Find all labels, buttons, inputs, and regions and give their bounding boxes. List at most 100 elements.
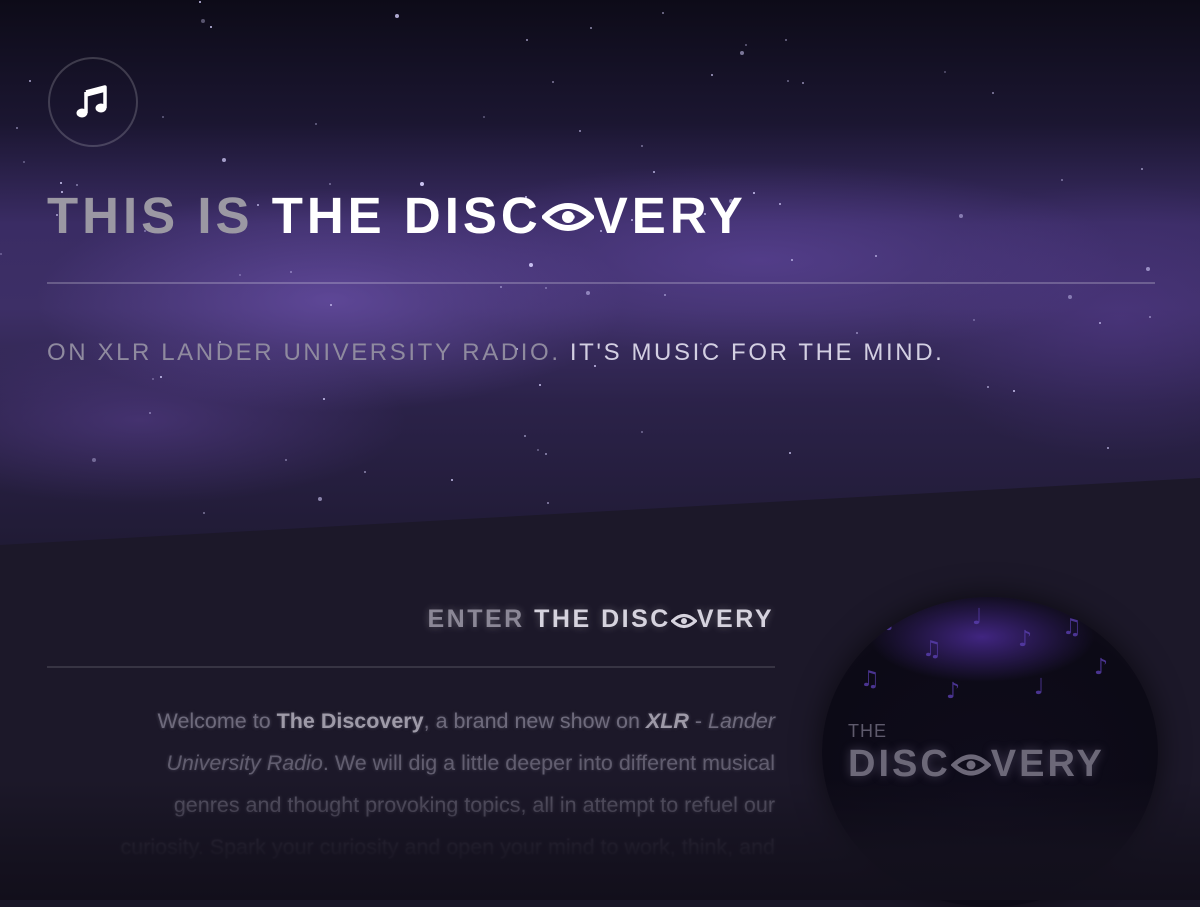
star	[944, 71, 946, 73]
star	[875, 255, 877, 257]
hero-title-bright-end: VERY	[593, 187, 747, 244]
star	[162, 116, 164, 118]
music-notes-pattern: ♪ ♫ ♩ ♪ ♫ ♪ ♫ ♪ ♩	[860, 605, 1109, 704]
star	[959, 214, 963, 218]
star	[1149, 316, 1151, 318]
star	[545, 453, 547, 455]
star	[641, 431, 643, 433]
enter-title-muted: ENTER	[427, 605, 525, 633]
tagline-muted: ON XLR LANDER UNIVERSITY RADIO.	[47, 339, 561, 366]
music-logo-button[interactable]	[48, 57, 138, 147]
star	[526, 39, 528, 41]
desc-station: University Radio	[166, 751, 323, 775]
star	[201, 19, 205, 23]
desc-show-name: The Discovery	[276, 709, 424, 733]
star	[160, 376, 162, 378]
star	[290, 271, 292, 273]
star	[1068, 295, 1072, 299]
star	[779, 203, 781, 205]
enter-title-bright: THE DISC VERY	[534, 605, 774, 633]
star	[711, 74, 713, 76]
star	[791, 259, 793, 261]
star	[753, 192, 755, 194]
star	[329, 183, 331, 185]
hero-section	[0, 0, 1200, 560]
star	[1146, 267, 1150, 271]
star	[323, 398, 325, 400]
star	[23, 161, 25, 163]
eye-icon	[670, 614, 697, 628]
star	[395, 14, 399, 18]
star	[483, 116, 485, 118]
star	[318, 497, 322, 501]
star	[315, 123, 317, 125]
hero-title-bright-start: THE DISC	[271, 187, 542, 244]
star	[1099, 322, 1101, 324]
hero-title-bright: THE DISC VERY	[272, 187, 747, 244]
star	[987, 386, 989, 388]
star	[740, 51, 744, 55]
desc-line-1: Welcome to The Discovery, a brand new sh…	[158, 709, 775, 733]
enter-title-bright-end: VERY	[696, 605, 774, 633]
desc-xlr: XLR	[645, 709, 689, 733]
star	[451, 479, 453, 481]
desc-station: Lander	[708, 709, 775, 733]
star	[1061, 179, 1063, 181]
eye-icon	[950, 754, 991, 776]
show-description: Welcome to The Discovery, a brand new sh…	[80, 700, 775, 868]
star	[547, 502, 549, 504]
star	[92, 458, 96, 462]
star	[1107, 447, 1109, 449]
star	[524, 435, 526, 437]
hero-title-muted: THIS IS	[47, 187, 254, 244]
star	[590, 27, 592, 29]
star	[199, 1, 201, 3]
desc-line-4: curiosity. Spark your curiosity and open…	[120, 835, 775, 859]
star	[745, 44, 747, 46]
star	[552, 81, 554, 83]
hero-title: THIS IS THE DISC VERY	[47, 186, 747, 246]
desc-text: , a brand new show on	[423, 709, 646, 733]
star	[60, 182, 62, 184]
desc-line-3: genres and thought provoking topics, all…	[173, 793, 775, 817]
star	[787, 80, 789, 82]
star	[239, 274, 241, 276]
cover-title-end: VERY	[990, 743, 1105, 785]
hero-tagline: ON XLR LANDER UNIVERSITY RADIO. IT'S MUS…	[47, 338, 944, 368]
desc-text: -	[688, 709, 709, 733]
star	[29, 80, 31, 82]
show-cover-image: ♪ ♫ ♩ ♪ ♫ ♪ ♫ ♪ ♩ THE DISC VERY	[822, 597, 1158, 907]
star	[653, 171, 655, 173]
star	[1013, 390, 1015, 392]
star	[641, 145, 643, 147]
star	[285, 459, 287, 461]
starfield-background	[0, 0, 1200, 560]
star	[579, 130, 581, 132]
enter-title-bright-start: THE DISC	[534, 605, 671, 633]
star	[222, 158, 226, 162]
star	[785, 39, 787, 41]
cover-small-text: THE	[848, 721, 887, 741]
star	[210, 26, 212, 28]
star	[1141, 168, 1143, 170]
star	[973, 319, 975, 321]
star	[537, 449, 539, 451]
star	[802, 82, 804, 84]
hero-divider	[47, 282, 1155, 284]
tagline-bright: IT'S MUSIC FOR THE MIND.	[569, 339, 945, 366]
star	[545, 287, 547, 289]
star	[789, 452, 791, 454]
enter-title: ENTER THE DISC VERY	[427, 604, 774, 634]
star	[330, 304, 332, 306]
star	[364, 471, 366, 473]
star	[203, 512, 205, 514]
music-note-icon	[76, 85, 107, 118]
star	[992, 92, 994, 94]
star	[539, 384, 541, 386]
star	[0, 253, 2, 255]
enter-divider	[47, 666, 775, 668]
eye-icon	[541, 203, 594, 231]
star	[662, 12, 664, 14]
star	[529, 263, 533, 267]
star	[149, 412, 151, 414]
